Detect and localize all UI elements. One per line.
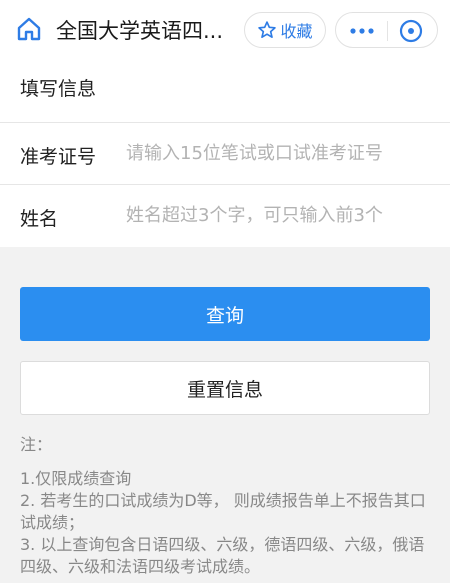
exam-id-input[interactable]	[126, 137, 426, 169]
top-bar: 全国大学英语四... 收藏	[0, 0, 450, 61]
query-button[interactable]: 查询	[20, 287, 430, 341]
section-title: 填写信息	[0, 61, 450, 123]
name-row: 姓名	[0, 185, 450, 247]
note-item: 1.仅限成绩查询	[20, 469, 132, 488]
favorite-button[interactable]: 收藏	[244, 12, 326, 48]
home-icon[interactable]	[16, 16, 42, 42]
exam-id-label: 准考证号	[20, 146, 97, 168]
note-item: 2. 若考生的口试成绩为D等， 则成绩报告单上不报告其口试成绩；	[20, 491, 426, 532]
favorite-label: 收藏	[280, 22, 313, 41]
page-title: 全国大学英语四...	[56, 19, 224, 43]
mini-program-capsule	[335, 12, 438, 48]
name-input[interactable]	[126, 199, 426, 231]
more-icon[interactable]	[348, 21, 376, 41]
info-form: 填写信息 准考证号 姓名	[0, 61, 450, 247]
name-label: 姓名	[20, 208, 59, 230]
close-icon[interactable]	[398, 18, 424, 44]
exam-id-row: 准考证号	[0, 123, 450, 185]
note-item: 3. 以上查询包含日语四级、六级，德语四级、六级，俄语四级、六级和法语四级考试成…	[20, 535, 425, 576]
star-icon	[258, 21, 277, 39]
notes-section: 注： 1.仅限成绩查询 2. 若考生的口试成绩为D等， 则成绩报告单上不报告其口…	[20, 434, 430, 578]
notes-title: 注：	[20, 435, 53, 454]
capsule-divider	[387, 21, 388, 41]
reset-button[interactable]: 重置信息	[20, 361, 430, 415]
